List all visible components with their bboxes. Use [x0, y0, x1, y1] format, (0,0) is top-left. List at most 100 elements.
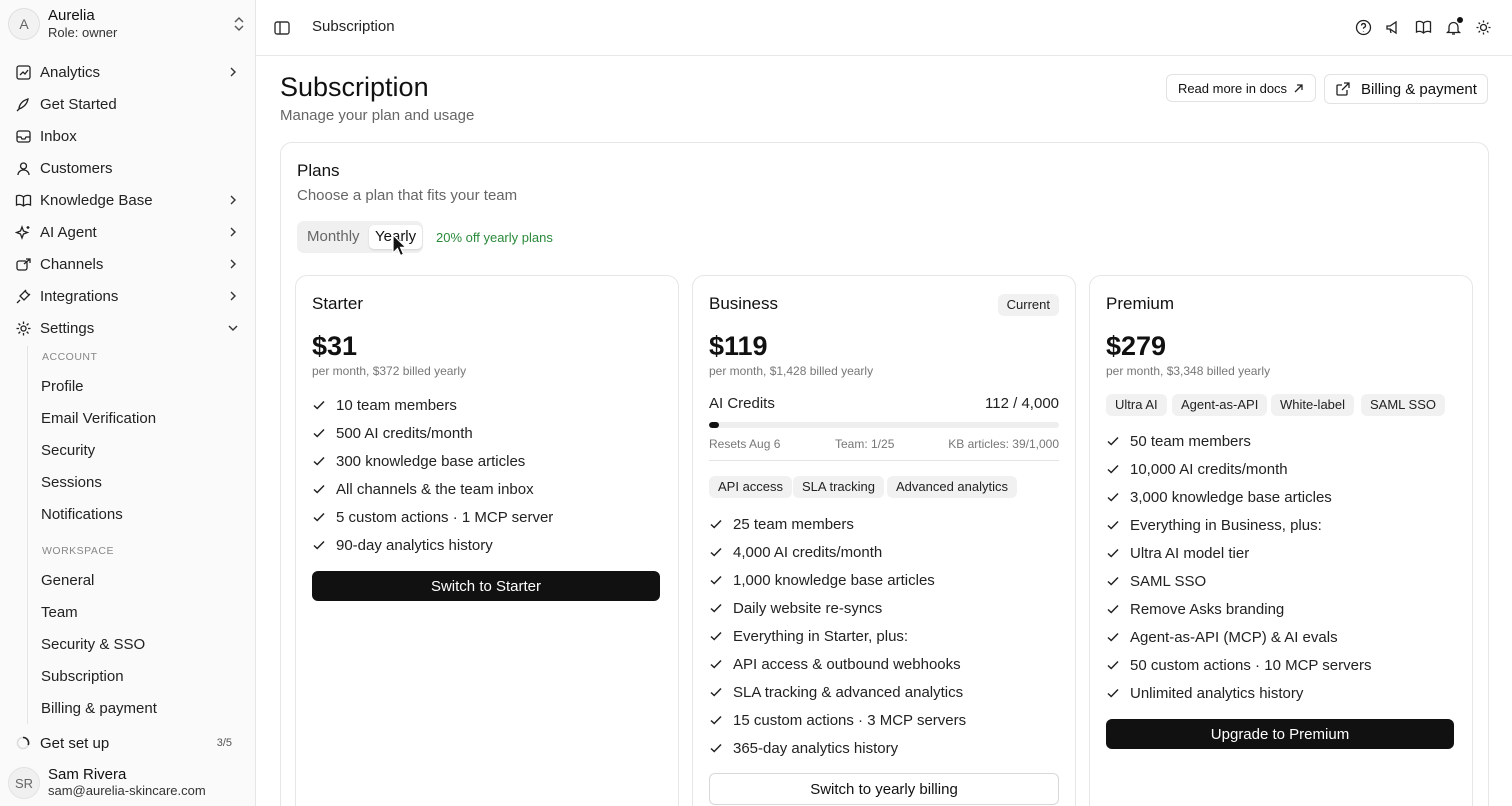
chevron-right-icon	[230, 259, 236, 269]
plans-title: Plans	[297, 161, 340, 180]
settings-notifications[interactable]: Notifications	[41, 504, 123, 526]
chevron-right-icon	[230, 227, 236, 237]
inbox-icon	[14, 127, 32, 145]
plan-name: Business	[709, 294, 778, 313]
check-icon	[709, 544, 725, 560]
feature-text: 4,000 AI credits/month	[733, 543, 883, 561]
mouse-cursor-icon	[392, 234, 407, 257]
settings-security-sso[interactable]: Security & SSO	[41, 634, 145, 656]
check-icon	[709, 600, 725, 616]
nav-inbox-label: Inbox	[40, 127, 77, 145]
settings-billing[interactable]: Billing & payment	[41, 698, 157, 720]
read-docs-button[interactable]: Read more in docs	[1166, 74, 1316, 102]
nav-get-started[interactable]: Get Started	[14, 90, 244, 118]
feature-text: 1,000 knowledge base articles	[733, 571, 935, 589]
check-icon	[1106, 629, 1122, 645]
user-email: sam@aurelia-skincare.com	[48, 783, 206, 798]
feature-text: API access & outbound webhooks	[733, 655, 961, 673]
help-icon[interactable]	[1354, 18, 1372, 36]
get-set-up-item[interactable]: Get set up 3/5	[14, 732, 244, 754]
feature-text: 10,000 AI credits/month	[1130, 460, 1288, 478]
workspace-section-label: WORKSPACE	[42, 545, 114, 557]
check-icon	[1106, 573, 1122, 589]
feature-text: Daily website re-syncs	[733, 599, 883, 617]
account-section-label: ACCOUNT	[42, 351, 98, 363]
feature-item: Everything in Starter, plus:	[709, 625, 908, 647]
upgrade-to-premium-button[interactable]: Upgrade to Premium	[1106, 719, 1454, 749]
book-open-icon	[14, 191, 32, 209]
settings-email-verification[interactable]: Email Verification	[41, 408, 156, 430]
feature-item: 10,000 AI credits/month	[1106, 458, 1288, 480]
plan-card-premium: Premium $279 per month, $3,348 billed ye…	[1089, 275, 1473, 806]
nav-ai-agent[interactable]: AI Agent	[14, 218, 244, 246]
feature-chip: Advanced analytics	[887, 476, 1018, 498]
top-actions	[1354, 17, 1492, 36]
feature-chip: SLA tracking	[793, 476, 884, 498]
page-title: Subscription	[280, 72, 429, 102]
yearly-discount-note: 20% off yearly plans	[436, 230, 553, 245]
nav-customers[interactable]: Customers	[14, 154, 244, 182]
nav-inbox[interactable]: Inbox	[14, 122, 244, 150]
chart-icon	[14, 63, 32, 81]
feature-item: 10 team members	[312, 394, 457, 416]
feature-item: Everything in Business, plus:	[1106, 514, 1322, 536]
feature-text: Agent-as-API (MCP) & AI evals	[1130, 628, 1338, 646]
feature-chip: Agent-as-API	[1172, 394, 1268, 416]
settings-team[interactable]: Team	[41, 602, 78, 624]
switch-to-starter-button[interactable]: Switch to Starter	[312, 571, 660, 601]
feature-text: 50 custom actions · 10 MCP servers	[1130, 656, 1372, 674]
billing-payment-button[interactable]: Billing & payment	[1324, 74, 1488, 104]
feature-item: 365-day analytics history	[709, 737, 898, 759]
toggle-monthly[interactable]: Monthly	[301, 225, 366, 249]
user-icon	[14, 159, 32, 177]
sun-icon[interactable]	[1474, 18, 1492, 36]
nav-integrations[interactable]: Integrations	[14, 282, 244, 310]
settings-general[interactable]: General	[41, 570, 94, 592]
nav-knowledge-base[interactable]: Knowledge Base	[14, 186, 244, 214]
ai-credits-progress	[709, 422, 1059, 428]
plan-card-starter: Starter $31 per month, $372 billed yearl…	[295, 275, 679, 806]
megaphone-icon[interactable]	[1384, 18, 1402, 36]
feature-item: 50 team members	[1106, 430, 1251, 452]
sidebar-toggle-icon[interactable]	[273, 19, 291, 37]
check-icon	[312, 481, 328, 497]
settings-subscription[interactable]: Subscription	[41, 666, 124, 688]
nav-ai-agent-label: AI Agent	[40, 223, 97, 241]
avatar: SR	[8, 767, 40, 799]
feature-text: 500 AI credits/month	[336, 424, 473, 442]
chevron-right-icon	[230, 291, 236, 301]
feature-text: 5 custom actions · 1 MCP server	[336, 508, 554, 526]
settings-security[interactable]: Security	[41, 440, 95, 462]
chevron-down-icon	[228, 325, 238, 331]
feature-item: API access & outbound webhooks	[709, 653, 961, 675]
user-menu[interactable]: SR Sam Rivera sam@aurelia-skincare.com	[8, 766, 248, 800]
arrow-up-right-icon	[1294, 83, 1303, 92]
check-icon	[1106, 433, 1122, 449]
nav-settings[interactable]: Settings	[14, 314, 244, 342]
org-avatar: A	[8, 8, 40, 40]
book-icon[interactable]	[1414, 18, 1432, 36]
sparkles-icon	[14, 223, 32, 241]
settings-profile[interactable]: Profile	[41, 376, 84, 398]
org-switcher[interactable]: A Aurelia Role: owner	[8, 6, 248, 42]
feature-item: 1,000 knowledge base articles	[709, 569, 935, 591]
nav-channels[interactable]: Channels	[14, 250, 244, 278]
nav-analytics[interactable]: Analytics	[14, 58, 244, 86]
bell-icon[interactable]	[1444, 17, 1463, 36]
nav-integrations-label: Integrations	[40, 287, 119, 305]
feature-item: 5 custom actions · 1 MCP server	[312, 506, 553, 528]
feature-chip: API access	[709, 476, 793, 498]
check-icon	[1106, 489, 1122, 505]
ai-credits-value: 112 / 4,000	[985, 395, 1059, 412]
nav-get-started-label: Get Started	[40, 95, 117, 113]
check-icon	[709, 712, 725, 728]
plan-card-business: Business Current $119 per month, $1,428 …	[692, 275, 1076, 806]
switch-to-yearly-button[interactable]: Switch to yearly billing	[709, 773, 1059, 805]
feature-item: 4,000 AI credits/month	[709, 541, 882, 563]
plan-price: $279	[1106, 331, 1167, 361]
settings-sessions[interactable]: Sessions	[41, 472, 102, 494]
check-icon	[312, 509, 328, 525]
billing-payment-label: Billing & payment	[1361, 80, 1477, 98]
ai-credits-progress-fill	[709, 422, 719, 428]
settings-tree-line	[27, 346, 28, 724]
